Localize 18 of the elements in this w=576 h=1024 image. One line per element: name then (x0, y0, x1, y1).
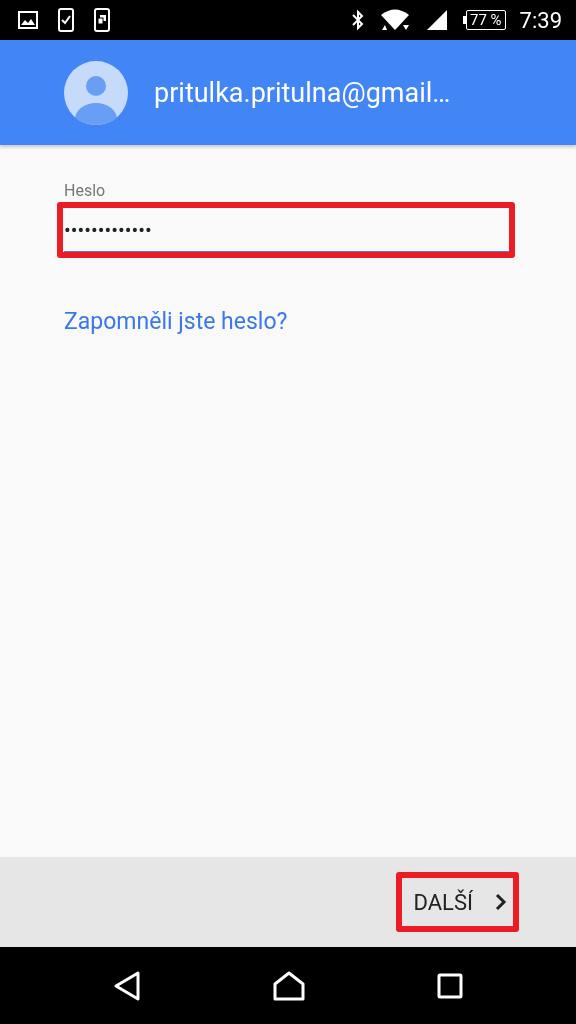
clock-time: 7:39 (519, 7, 562, 33)
phone-check-icon (58, 8, 74, 32)
phone-screens-icon (94, 8, 110, 32)
wifi-icon (379, 8, 411, 32)
password-label: Heslo (64, 181, 106, 200)
signal-icon (425, 9, 449, 31)
chevron-right-icon (495, 893, 507, 911)
avatar-icon (64, 60, 128, 125)
battery-indicator: 77 % (463, 10, 506, 30)
recent-apps-icon[interactable] (436, 972, 463, 999)
next-button[interactable]: DALŠÍ (395, 872, 519, 932)
forgot-password-link[interactable]: Zapomněli jste heslo? (64, 308, 288, 335)
home-icon[interactable] (272, 970, 306, 1001)
image-notification-icon (18, 11, 38, 29)
bluetooth-icon (351, 9, 365, 31)
password-field[interactable]: ••••••••••••• (64, 206, 512, 254)
back-icon[interactable] (113, 970, 142, 1001)
account-email: pritulka.pritulna@gmail… (154, 76, 451, 109)
